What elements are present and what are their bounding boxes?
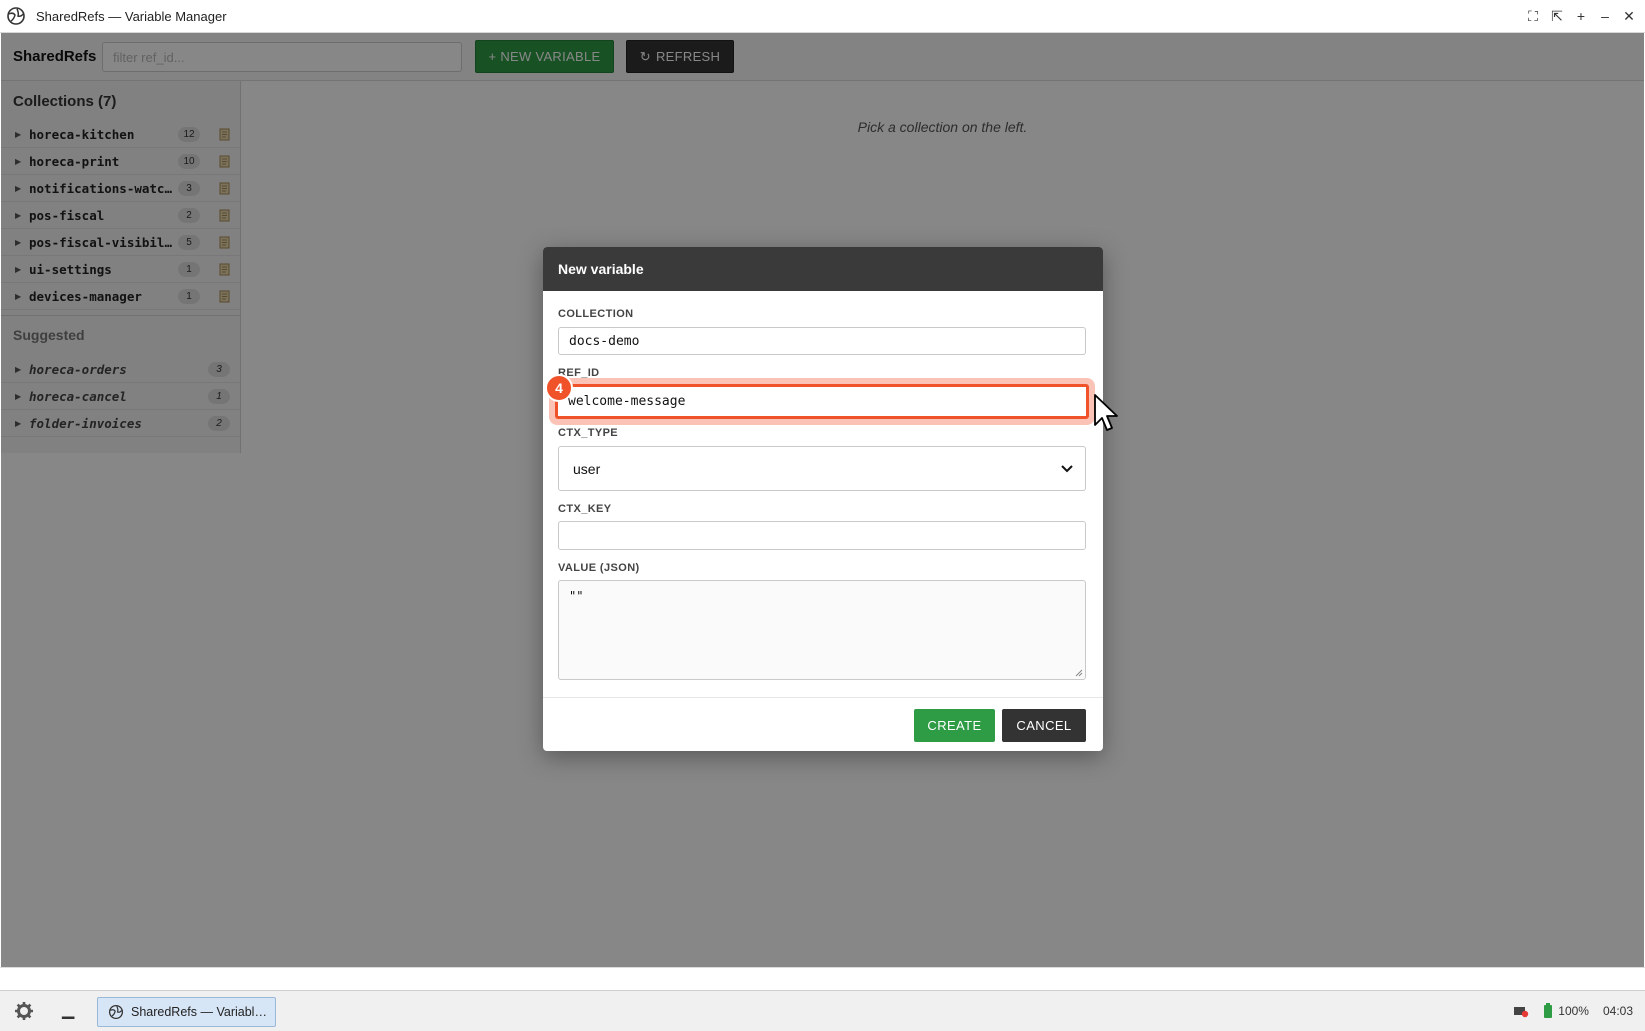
cancel-button[interactable]: CANCEL bbox=[1002, 709, 1086, 742]
ctx-type-label: CTX_TYPE bbox=[558, 427, 619, 439]
mouse-pointer-icon bbox=[1094, 394, 1118, 431]
system-tray: 100% 04:03 bbox=[1513, 991, 1645, 1031]
clock[interactable]: 04:03 bbox=[1603, 1004, 1633, 1018]
show-desktop-icon[interactable]: ▁ bbox=[62, 1000, 74, 1020]
app-globe-icon bbox=[7, 7, 25, 25]
value-json-textarea[interactable]: "" bbox=[558, 580, 1086, 680]
close-icon[interactable]: ✕ bbox=[1619, 6, 1639, 26]
settings-gear-icon[interactable] bbox=[14, 1001, 34, 1021]
value-json-label: VALUE (JSON) bbox=[558, 562, 640, 574]
collection-value: docs-demo bbox=[569, 333, 640, 349]
taskbar: ▁ SharedRefs — Variabl… 100% 04:03 bbox=[0, 990, 1645, 1031]
restore-icon[interactable]: ⇱ bbox=[1547, 6, 1567, 26]
step-number-badge: 4 bbox=[545, 374, 573, 402]
chevron-down-icon bbox=[1061, 464, 1073, 472]
create-button[interactable]: CREATE bbox=[914, 709, 995, 742]
fullscreen-icon[interactable]: ⛶ bbox=[1523, 6, 1543, 26]
minimize-icon[interactable]: – bbox=[1595, 6, 1615, 26]
resize-grip-icon[interactable] bbox=[1075, 669, 1083, 677]
app-globe-icon bbox=[108, 1004, 124, 1020]
maximize-icon[interactable]: + bbox=[1571, 6, 1591, 26]
battery-percent: 100% bbox=[1558, 1004, 1589, 1018]
collection-field[interactable]: docs-demo bbox=[558, 327, 1086, 355]
ctx-type-select[interactable]: user bbox=[558, 446, 1086, 491]
ctx-key-field[interactable] bbox=[558, 521, 1086, 550]
ref-id-value: welcome-message bbox=[568, 394, 686, 409]
battery-indicator[interactable]: 100% bbox=[1543, 1003, 1589, 1019]
new-variable-dialog: New variable COLLECTION docs-demo REF_ID… bbox=[543, 247, 1103, 751]
battery-icon bbox=[1544, 1003, 1553, 1018]
ctx-key-label: CTX_KEY bbox=[558, 503, 612, 515]
value-json-value: "" bbox=[569, 589, 584, 603]
dialog-footer: CREATE CANCEL bbox=[543, 697, 1103, 751]
taskbar-window-button[interactable]: SharedRefs — Variabl… bbox=[97, 997, 276, 1027]
collection-label: COLLECTION bbox=[558, 308, 634, 320]
dialog-title: New variable bbox=[543, 247, 1103, 291]
window-titlebar: SharedRefs — Variable Manager ⛶ ⇱ + – ✕ bbox=[0, 0, 1645, 33]
ctx-type-value: user bbox=[573, 460, 601, 477]
ref-id-field[interactable]: welcome-message bbox=[555, 384, 1089, 419]
taskbar-window-label: SharedRefs — Variabl… bbox=[131, 1005, 267, 1019]
window-title: SharedRefs — Variable Manager bbox=[36, 8, 227, 24]
network-status-icon[interactable] bbox=[1513, 1004, 1529, 1018]
status-strip bbox=[0, 967, 1645, 991]
